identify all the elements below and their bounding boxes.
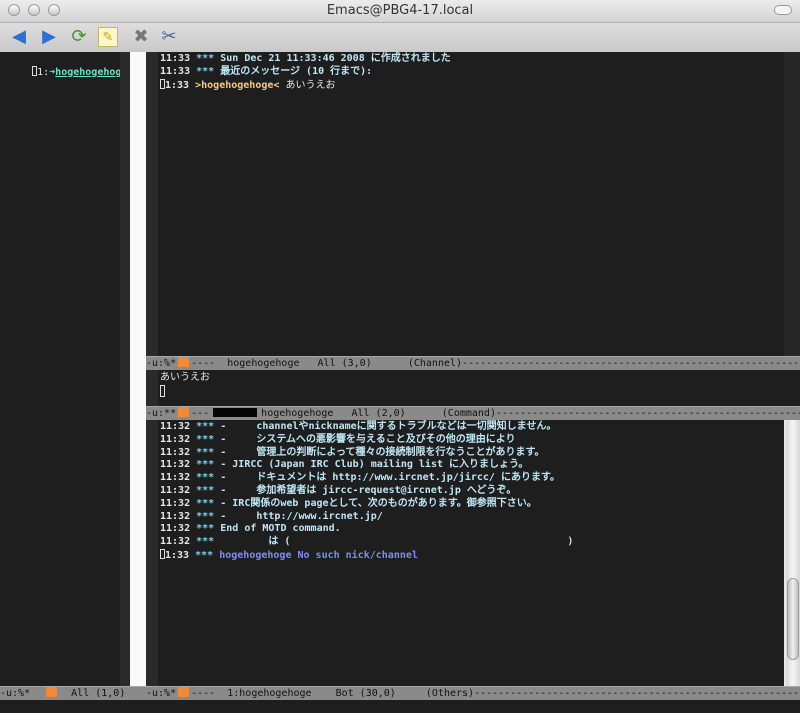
modified-indicator <box>46 687 58 697</box>
title-bar: Emacs@PBG4-17.local <box>0 0 800 23</box>
log-line: 11:32 *** - 参加希望者は jircc-request@ircnet.… <box>160 485 784 498</box>
window-title: Emacs@PBG4-17.local <box>326 3 474 18</box>
back-arrow-icon[interactable]: ◀ <box>8 26 30 48</box>
channel-scroll-area <box>784 52 800 357</box>
message-text: Sun Dec 21 11:33:46 2008 に作成されました <box>220 53 451 64</box>
system-marker: *** <box>196 510 215 522</box>
system-marker: *** <box>196 459 215 471</box>
channel-list-item[interactable]: 1:➜hogehogehoge> <box>0 53 120 78</box>
log-line: 11:32 *** End of MOTD command. <box>160 523 784 536</box>
timestamp: 11:32 <box>160 497 191 509</box>
channel-list-pane: 1:➜hogehogehoge> <box>0 52 120 687</box>
channel-modeline: -u:%* ---- hogehogehoge All (3,0) (Channe… <box>146 356 800 370</box>
log-line: 11:32 *** は ( ) <box>160 536 784 549</box>
timestamp: 11:32 <box>160 433 191 445</box>
minibuffer[interactable] <box>0 700 800 713</box>
tools-icon[interactable]: ✂ <box>158 26 180 48</box>
timestamp: 11:32 <box>160 459 191 471</box>
timestamp: 11:32 <box>160 536 191 548</box>
left-fringe <box>120 52 130 687</box>
vertical-scrollbar[interactable] <box>786 420 800 686</box>
timestamp: 11:32 <box>160 446 191 458</box>
refresh-icon[interactable]: ⟳ <box>68 26 90 48</box>
system-marker: *** <box>196 433 215 445</box>
message-text: - 管理上の判断によって種々の接続制限を行なうことがあります。 <box>220 446 545 458</box>
system-marker: *** <box>196 472 215 484</box>
log-line: 11:32 *** - 管理上の判断によって種々の接続制限を行なうことがあります… <box>160 447 784 460</box>
log-line: 1:33 >hogehogehoge< あいうえお <box>160 78 784 92</box>
others-modeline: -u:%* ---- 1:hogehogehoge Bot (30,0) (Oth… <box>146 686 800 700</box>
message-text: あいうえお <box>279 79 336 91</box>
message-text: End of MOTD command. <box>220 523 341 535</box>
log-line: 11:32 *** - channelやnicknameに関するトラブルなどは一… <box>160 421 784 434</box>
timestamp: 1:33 <box>165 79 190 91</box>
left-modeline: -u:%* All (1,0) <box>0 686 146 700</box>
system-marker: *** <box>196 446 215 458</box>
toolbar-toggle-button[interactable] <box>774 5 792 15</box>
message-text: - 参加希望者は jircc-request@ircnet.jp へどうぞ。 <box>220 484 517 496</box>
timestamp: 11:32 <box>160 472 191 484</box>
log-line: 11:32 *** - ドキュメントは http://www.ircnet.jp… <box>160 472 784 485</box>
log-line: 11:33 *** 最近のメッセージ (10 行まで): <box>160 66 784 79</box>
command-modeline: -u:** --- hogehogehoge All (2,0) (Command)… <box>146 406 800 420</box>
timestamp: 11:33 <box>160 53 191 64</box>
channel-link[interactable]: hogehogehoge <box>55 67 120 78</box>
timestamp: 11:32 <box>160 484 191 496</box>
log-line: 11:32 *** - IRC関係のweb pageとして、次のものがあります。… <box>160 498 784 511</box>
log-line: 1:33 *** hogehogehoge No such nick/chann… <box>160 548 784 562</box>
timestamp: 1:33 <box>165 549 190 561</box>
modified-indicator <box>178 407 190 417</box>
message-text: は ( ) <box>220 536 574 548</box>
timestamp: 11:32 <box>160 510 191 522</box>
close-x-icon[interactable]: ✖ <box>130 26 152 48</box>
system-marker: *** <box>196 421 215 432</box>
redacted-block <box>213 408 258 417</box>
log-line: 11:32 *** - JIRCC (Japan IRC Club) maili… <box>160 459 784 472</box>
system-marker: *** <box>196 523 215 535</box>
message-text: - channelやnicknameに関するトラブルなどは一切関知しません。 <box>220 421 557 432</box>
forward-arrow-icon[interactable]: ▶ <box>38 26 60 48</box>
vertical-divider[interactable] <box>130 52 146 687</box>
text-cursor <box>160 384 165 397</box>
log-line: 11:32 *** - システムへの悪影響を与えること及びその他の理由により <box>160 434 784 447</box>
system-marker: *** <box>195 549 214 561</box>
message-text: - http://www.ircnet.jp/ <box>220 510 383 522</box>
timestamp: 11:32 <box>160 523 191 535</box>
log-line: 11:32 *** - http://www.ircnet.jp/ <box>160 511 784 524</box>
system-marker: *** <box>196 497 215 509</box>
command-buffer[interactable]: 11:32 *** - channelやnicknameに関するトラブルなどは一… <box>158 420 784 686</box>
modified-indicator <box>178 687 190 697</box>
nick-label: >hogehogehoge< <box>195 79 280 91</box>
message-text: - JIRCC (Japan IRC Club) mailing list に入… <box>220 459 529 471</box>
message-text: hogehogehoge No such nick/channel <box>219 549 418 561</box>
system-marker: *** <box>196 53 215 64</box>
input-buffer[interactable]: あいうえお <box>158 370 800 406</box>
system-marker: *** <box>196 65 215 77</box>
message-text: - IRC関係のweb pageとして、次のものがあります。御参照下さい。 <box>220 497 537 509</box>
timestamp: 11:33 <box>160 65 191 77</box>
timestamp: 11:32 <box>160 421 191 432</box>
toolbar: ◀ ▶ ⟳ ✎ ✖ ✂ <box>0 23 800 53</box>
scrollbar-thumb[interactable] <box>787 578 799 660</box>
input-text: あいうえお <box>160 372 210 383</box>
modified-indicator <box>178 357 190 367</box>
system-marker: *** <box>196 536 215 548</box>
message-text: 最近のメッセージ (10 行まで): <box>220 65 373 77</box>
message-text: - ドキュメントは http://www.ircnet.jp/jircc/ にあ… <box>220 472 560 484</box>
new-file-icon[interactable]: ✎ <box>98 27 118 47</box>
log-line: 11:33 *** Sun Dec 21 11:33:46 2008 に作成され… <box>160 53 784 66</box>
channel-buffer[interactable]: 11:33 *** Sun Dec 21 11:33:46 2008 に作成され… <box>158 52 784 357</box>
message-text: - システムへの悪影響を与えること及びその他の理由により <box>220 433 516 445</box>
system-marker: *** <box>196 484 215 496</box>
